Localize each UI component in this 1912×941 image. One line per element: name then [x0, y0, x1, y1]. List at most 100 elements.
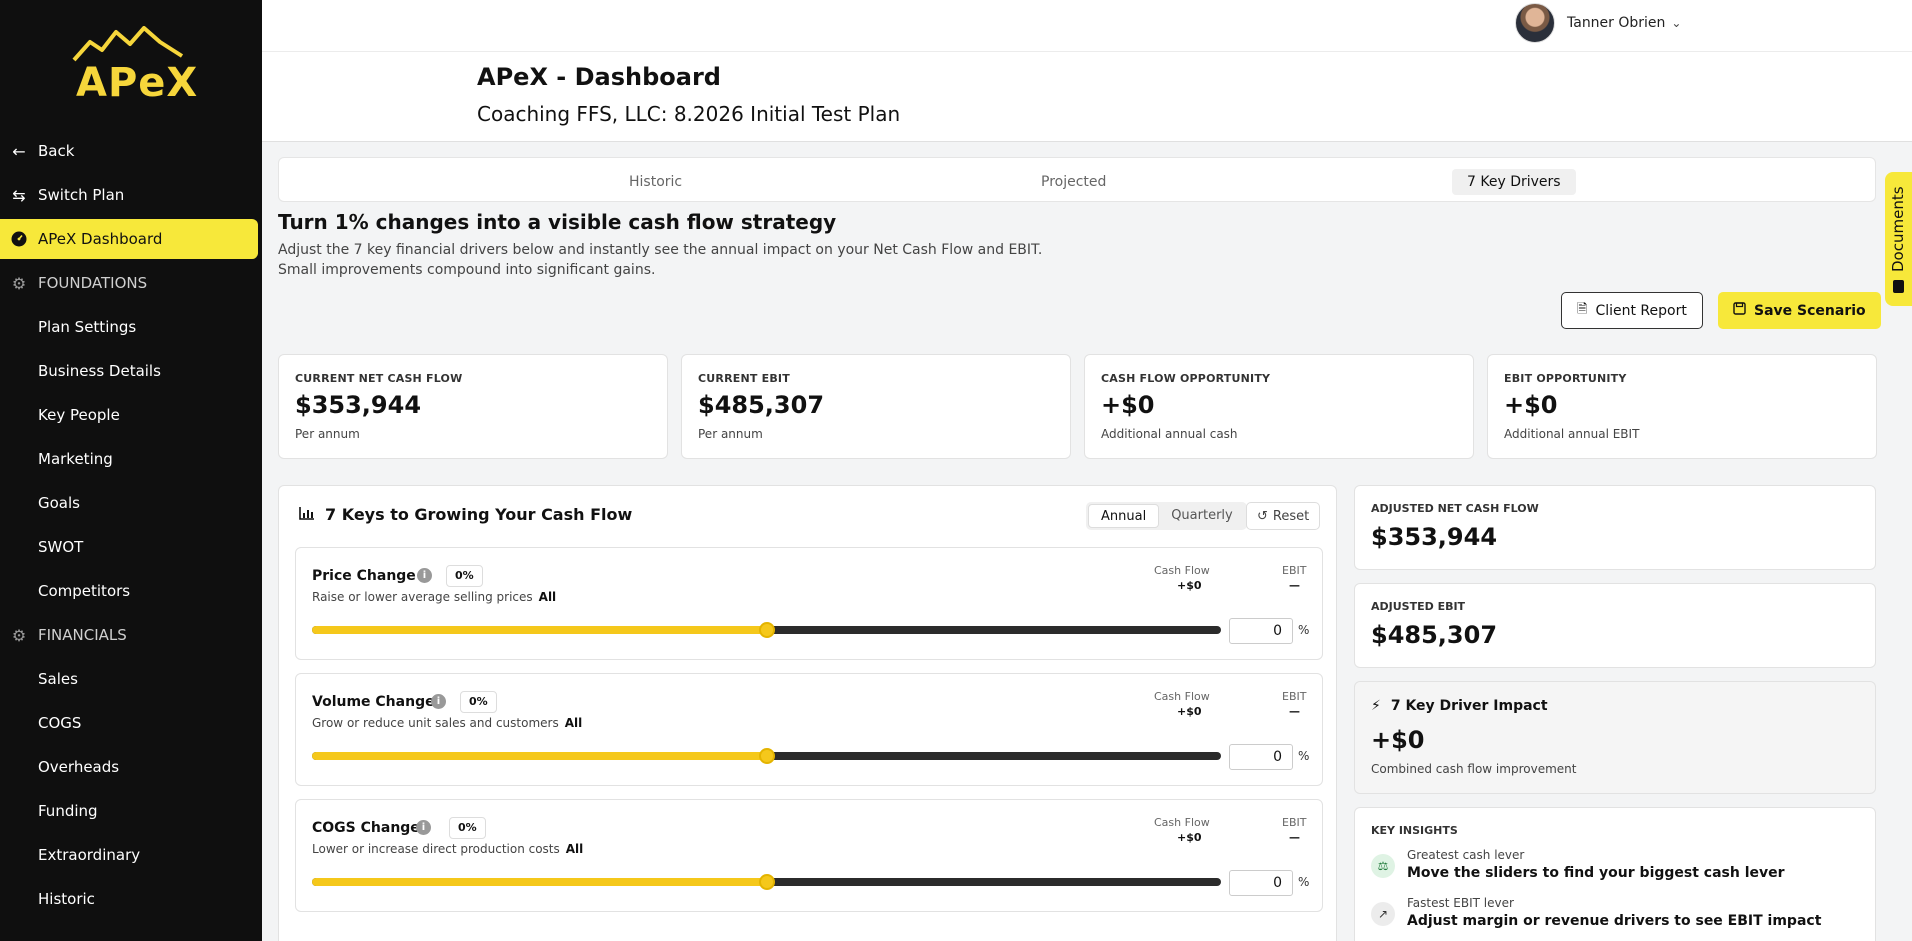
card-title-text: 7 Key Driver Impact — [1390, 698, 1548, 714]
cogs-slider[interactable] — [312, 874, 1221, 890]
sidebar-item-plan-settings[interactable]: Plan Settings — [0, 307, 258, 347]
sidebar-item-switch-plan[interactable]: ⇆ Switch Plan — [0, 175, 258, 215]
card-label: ADJUSTED EBIT — [1371, 600, 1466, 613]
stat-sub: Additional annual cash — [1101, 427, 1238, 441]
documents-tab-label: Documents — [1889, 186, 1907, 272]
info-icon[interactable]: i — [417, 568, 432, 583]
driver-description-text: Grow or reduce unit sales and customers — [312, 716, 559, 730]
section-description: Adjust the 7 key financial drivers below… — [278, 240, 1042, 280]
stat-card-cash-flow-opportunity: CASH FLOW OPPORTUNITY +$0 Additional ann… — [1084, 354, 1474, 459]
adjusted-net-cash-flow-card: ADJUSTED NET CASH FLOW $353,944 — [1354, 485, 1876, 570]
slider-thumb[interactable] — [758, 748, 775, 764]
slider-thumb[interactable] — [758, 874, 775, 890]
button-label: Save Scenario — [1754, 302, 1866, 319]
panel-title: 7 Keys to Growing Your Cash Flow — [299, 505, 632, 524]
sidebar-item-label: Business Details — [38, 362, 161, 380]
sidebar-item-funding[interactable]: Funding — [0, 791, 258, 831]
sidebar-item-extraordinary[interactable]: Extraordinary — [0, 835, 258, 875]
cash-flow-value: +$0 — [1177, 579, 1202, 592]
sidebar-item-back[interactable]: ← Back — [0, 131, 258, 171]
period-quarterly-button[interactable]: Quarterly — [1159, 504, 1245, 528]
sidebar: APeX ← Back ⇆ Switch Plan APeX Dashboard… — [0, 0, 262, 941]
driver-card-cogs: COGS Change i 0% Lower or increase direc… — [295, 799, 1323, 912]
ebit-label: EBIT — [1282, 816, 1307, 829]
stat-sub: Per annum — [295, 427, 360, 441]
driver-name: Price Change — [312, 568, 416, 584]
sidebar-section-foundations[interactable]: ⚙ FOUNDATIONS — [0, 263, 258, 303]
price-change-input[interactable] — [1229, 618, 1293, 644]
ebit-value: — — [1289, 705, 1300, 718]
driver-description: Lower or increase direct production cost… — [312, 842, 583, 856]
reset-button[interactable]: ↺ Reset — [1246, 502, 1321, 530]
seven-keys-panel: 7 Keys to Growing Your Cash Flow Annual … — [278, 485, 1337, 941]
sidebar-item-cogs[interactable]: COGS — [0, 703, 258, 743]
bar-chart-icon — [299, 506, 315, 524]
sidebar-item-marketing[interactable]: Marketing — [0, 439, 258, 479]
sidebar-item-label: Extraordinary — [38, 846, 141, 864]
sidebar-section-label: FOUNDATIONS — [38, 274, 148, 292]
page-title: APeX - Dashboard — [477, 63, 721, 91]
price-slider[interactable] — [312, 622, 1221, 638]
sidebar-item-competitors[interactable]: Competitors — [0, 571, 258, 611]
slider-fill — [312, 878, 767, 886]
sidebar-item-overheads[interactable]: Overheads — [0, 747, 258, 787]
title-bar: APeX - Dashboard Coaching FFS, LLC: 8.20… — [262, 52, 1912, 142]
sidebar-item-label: APeX Dashboard — [38, 230, 163, 248]
card-value: $485,307 — [1371, 621, 1498, 649]
cash-flow-label: Cash Flow — [1154, 816, 1210, 829]
sidebar-item-key-people[interactable]: Key People — [0, 395, 258, 435]
driver-scope[interactable]: All — [566, 842, 584, 856]
sidebar-section-financials[interactable]: ⚙ FINANCIALS — [0, 615, 258, 655]
sidebar-item-swot[interactable]: SWOT — [0, 527, 258, 567]
slider-thumb[interactable] — [758, 622, 775, 638]
info-icon[interactable]: i — [416, 820, 431, 835]
sidebar-item-sales[interactable]: Sales — [0, 659, 258, 699]
top-bar: Tanner Obrien ⌄ — [262, 0, 1912, 52]
driver-name: Volume Change — [312, 694, 435, 710]
stat-card-current-net-cash-flow: CURRENT NET CASH FLOW $353,944 Per annum — [278, 354, 668, 459]
book-icon — [1893, 280, 1904, 293]
cogs-change-input[interactable] — [1229, 870, 1293, 896]
gear-icon: ⚙ — [11, 625, 27, 645]
sidebar-item-label: COGS — [38, 714, 82, 732]
sidebar-item-historic[interactable]: Historic — [0, 879, 258, 919]
tab-projected[interactable]: Projected — [1026, 169, 1121, 195]
section-headline: Turn 1% changes into a visible cash flow… — [278, 210, 837, 234]
slider-fill — [312, 626, 767, 634]
sidebar-item-label: Plan Settings — [38, 318, 137, 336]
percent-unit: % — [1298, 749, 1310, 763]
user-name: Tanner Obrien — [1567, 15, 1666, 31]
card-value: $353,944 — [1371, 523, 1498, 551]
description-line: Adjust the 7 key financial drivers below… — [278, 242, 1043, 258]
sidebar-item-business-details[interactable]: Business Details — [0, 351, 258, 391]
tab-7-key-drivers[interactable]: 7 Key Drivers — [1452, 169, 1576, 195]
card-value: +$0 — [1371, 726, 1425, 754]
driver-card-volume: Volume Change i 0% Grow or reduce unit s… — [295, 673, 1323, 786]
save-scenario-button[interactable]: Save Scenario — [1718, 292, 1881, 329]
sidebar-item-label: Key People — [38, 406, 120, 424]
tab-historic[interactable]: Historic — [614, 169, 697, 195]
sidebar-item-label: Goals — [38, 494, 80, 512]
driver-scope[interactable]: All — [539, 590, 557, 604]
apex-logo[interactable]: APeX — [72, 26, 197, 106]
stat-label: CASH FLOW OPPORTUNITY — [1101, 372, 1271, 385]
user-menu[interactable]: Tanner Obrien ⌄ — [1515, 2, 1681, 44]
client-report-button[interactable]: 🗎 Client Report — [1561, 292, 1703, 329]
stat-value: $485,307 — [698, 391, 825, 419]
driver-percent-badge: 0% — [449, 817, 486, 839]
reset-icon: ↺ — [1257, 508, 1268, 524]
sidebar-item-label: SWOT — [38, 538, 84, 556]
volume-change-input[interactable] — [1229, 744, 1293, 770]
save-icon — [1733, 302, 1746, 319]
documents-side-tab[interactable]: Documents — [1885, 172, 1912, 306]
info-icon[interactable]: i — [431, 694, 446, 709]
sidebar-item-goals[interactable]: Goals — [0, 483, 258, 523]
insight-text: Move the sliders to find your biggest ca… — [1407, 865, 1785, 881]
driver-scope[interactable]: All — [565, 716, 583, 730]
sidebar-item-apex-dashboard[interactable]: APeX Dashboard — [0, 219, 258, 259]
volume-slider[interactable] — [312, 748, 1221, 764]
ebit-label: EBIT — [1282, 564, 1307, 577]
period-annual-button[interactable]: Annual — [1088, 504, 1160, 528]
sidebar-item-label: Switch Plan — [38, 186, 125, 204]
sidebar-item-label: Historic — [38, 890, 95, 908]
